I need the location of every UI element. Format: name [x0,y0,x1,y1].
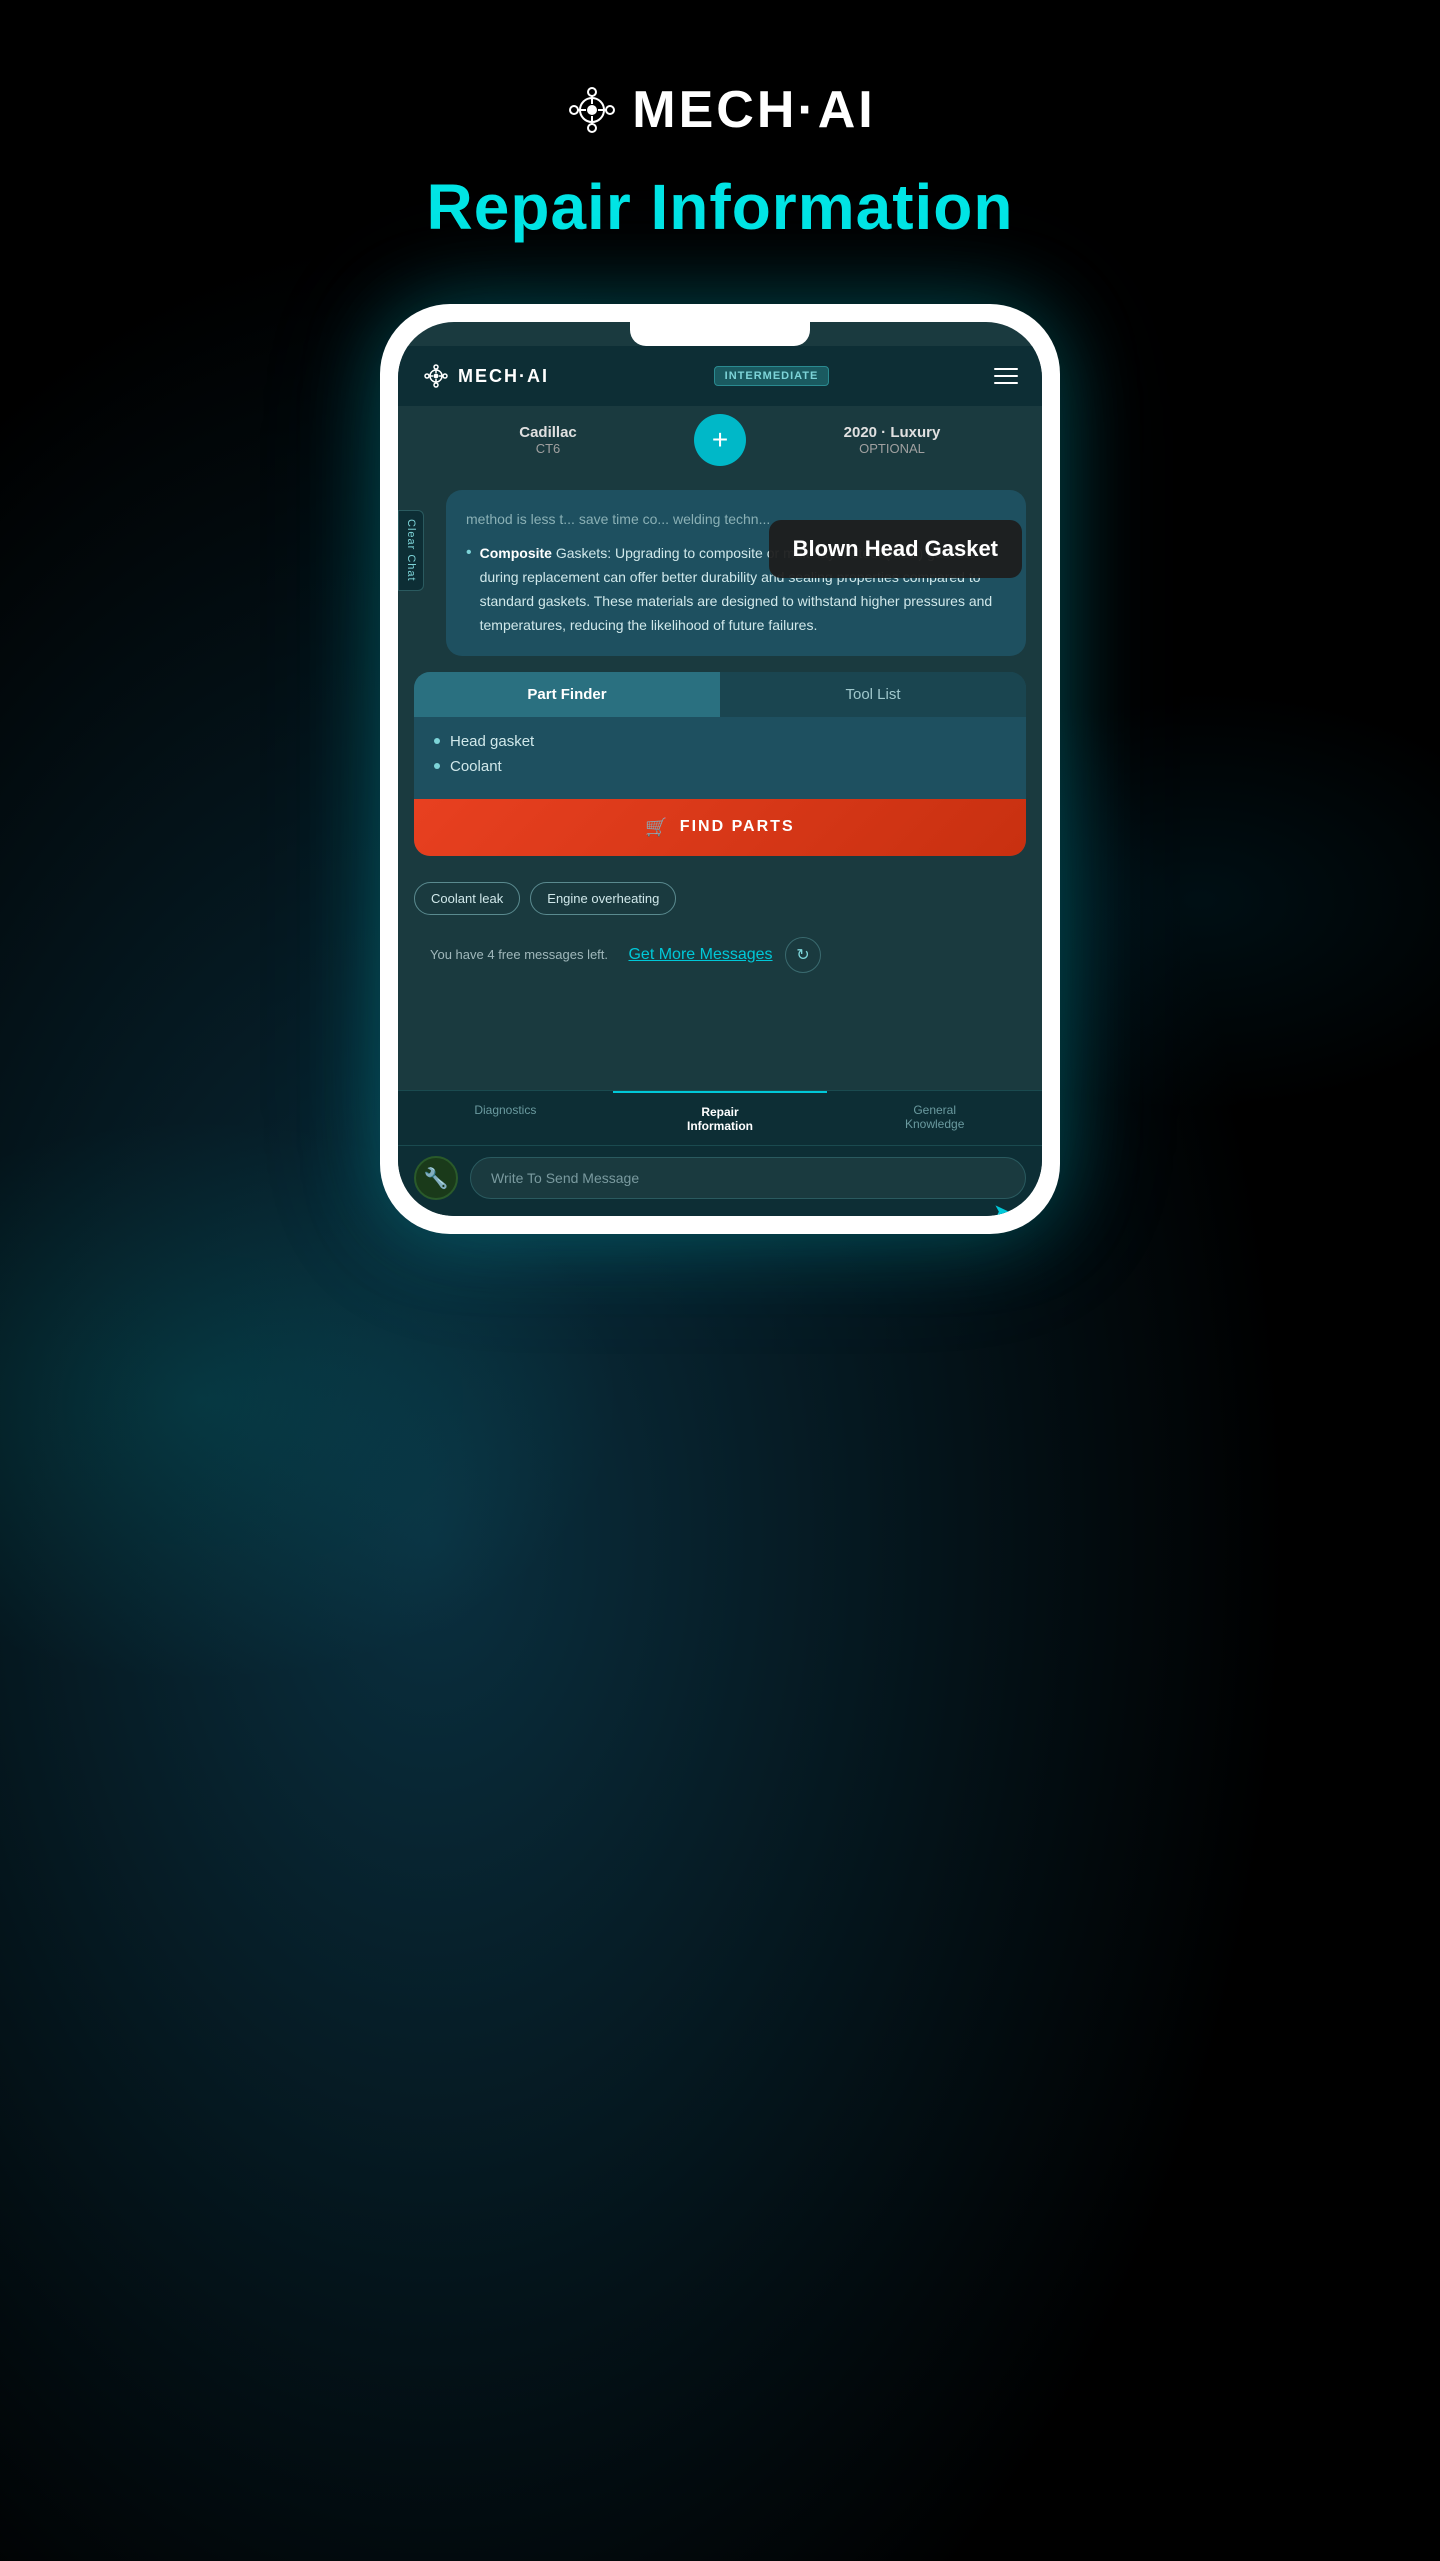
suggestions-row: Coolant leak Engine overheating [398,868,1042,929]
obd-avatar: 🔧 [414,1156,458,1200]
message-input-wrapper: Write To Send Message ➤ [470,1157,1026,1199]
clear-chat-button[interactable]: Clear Chat [398,510,424,591]
part-finder-tabs: Part Finder Tool List [414,672,1026,717]
part-item-coolant: Coolant [434,758,1006,775]
parts-list: Head gasket Coolant [414,717,1026,799]
nav-general-knowledge[interactable]: GeneralKnowledge [827,1091,1042,1145]
app-logo-icon [422,362,450,390]
app-header: MECH·AI INTERMEDIATE [398,346,1042,406]
nav-diagnostics[interactable]: Diagnostics [398,1091,613,1145]
find-parts-label: FIND PARTS [680,818,795,836]
chat-area: Clear Chat Blown Head Gasket method is l… [398,490,1042,1090]
send-button[interactable]: ➤ [993,1199,1010,1216]
part-item-head-gasket: Head gasket [434,733,1006,750]
add-vehicle-button[interactable]: + [694,414,746,466]
chat-text-fade: method is less t... save time co... weld… [466,511,770,527]
vehicle-selector: Cadillac CT6 + 2020 · Luxury OPTIONAL [398,406,1042,474]
bottom-navigation: Diagnostics RepairInformation GeneralKno… [398,1090,1042,1145]
part-name-1: Head gasket [450,733,534,750]
phone-mockup: MECH·AI INTERMEDIATE Cadillac CT6 [380,304,1060,1234]
message-input[interactable]: Write To Send Message [470,1157,1026,1199]
menu-line-2 [994,375,1018,377]
menu-button[interactable] [994,368,1018,384]
part-bullet-1 [434,738,440,744]
nav-general-label: GeneralKnowledge [835,1103,1034,1131]
nav-diagnostics-label: Diagnostics [406,1103,605,1117]
get-more-messages-link[interactable]: Get More Messages [628,946,772,963]
part-finder-card: Part Finder Tool List Head gasket Coolan… [414,672,1026,856]
free-messages-bar: You have 4 free messages left. Get More … [398,929,1042,983]
app-name-header: MECH·AI [458,366,549,387]
cart-icon: 🛒 [645,817,667,838]
difficulty-badge: INTERMEDIATE [714,366,830,386]
tab-part-finder[interactable]: Part Finder [414,672,720,717]
vehicle-model: CT6 [414,441,682,456]
app-name: MECH·AI [632,80,875,140]
suggestion-engine-overheating[interactable]: Engine overheating [530,882,676,915]
find-parts-button[interactable]: 🛒 FIND PARTS [414,799,1026,856]
page-title: Repair Information [427,170,1014,244]
part-bullet-2 [434,763,440,769]
nav-repair-label: RepairInformation [621,1105,820,1133]
vehicle-year: 2020 · Luxury [758,424,1026,441]
obd-icon: 🔧 [424,1166,449,1191]
blown-head-gasket-tooltip: Blown Head Gasket [769,520,1022,578]
vehicle-right[interactable]: 2020 · Luxury OPTIONAL [758,424,1026,456]
menu-line-3 [994,382,1018,384]
vehicle-left[interactable]: Cadillac CT6 [414,424,682,456]
send-icon: ➤ [993,1201,1010,1216]
app-logo: MECH·AI [422,362,549,390]
part-name-2: Coolant [450,758,502,775]
vehicle-trim: OPTIONAL [758,441,1026,456]
vehicle-make: Cadillac [414,424,682,441]
mech-ai-logo-icon [564,82,620,138]
phone-notch [630,322,810,346]
nav-repair-information[interactable]: RepairInformation [613,1091,828,1145]
message-input-area: 🔧 Write To Send Message ➤ [398,1145,1042,1216]
bullet-label-text: Gaskets: [556,545,611,561]
refresh-button[interactable]: ↻ [785,937,821,973]
free-messages-text: You have 4 free messages left. [414,939,624,972]
bullet-dot: • [466,544,472,637]
logo-area: MECH·AI [564,80,875,140]
tab-tool-list[interactable]: Tool List [720,672,1026,717]
menu-line-1 [994,368,1018,370]
bullet-bold-word: Composite [480,545,552,561]
suggestion-coolant-leak[interactable]: Coolant leak [414,882,520,915]
refresh-icon: ↻ [796,945,809,965]
